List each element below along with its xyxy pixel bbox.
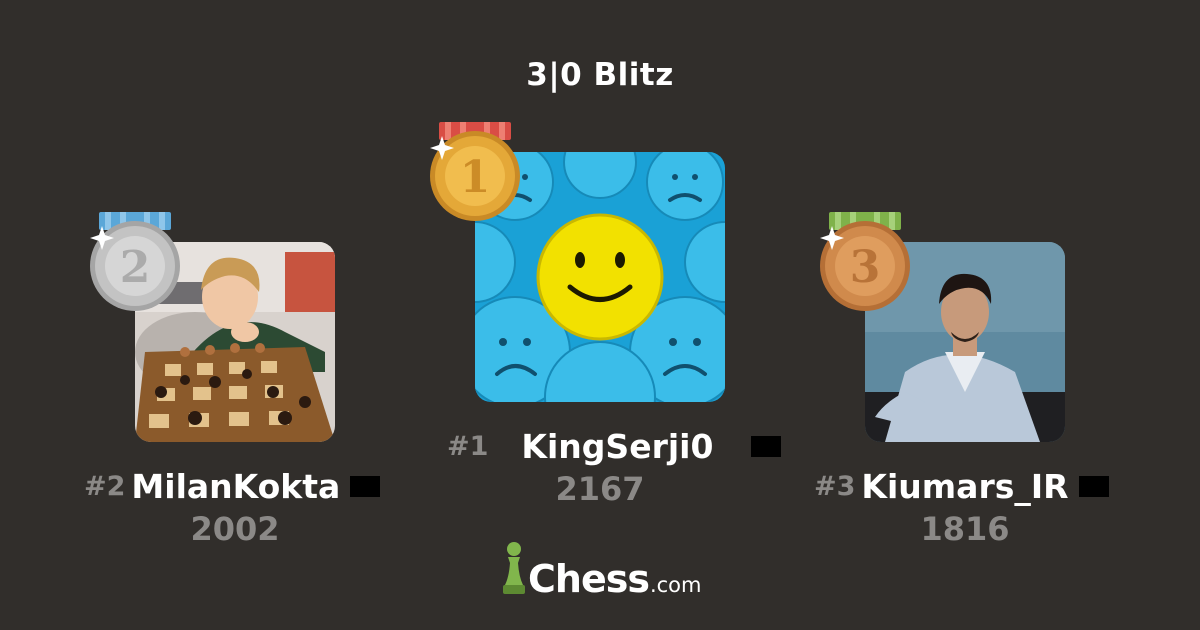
svg-text:3: 3	[850, 242, 881, 293]
player-row-first: #1 KingSerji0	[447, 427, 782, 466]
leaderboard-card: 3|0 Blitz 2 1 3 #2 MilanKokta 2002 #1 Ki…	[0, 0, 1200, 630]
rating-value: 2167	[555, 470, 645, 508]
username-link[interactable]: KingSerji0	[521, 427, 713, 466]
leaderboard-title: 3|0 Blitz	[526, 57, 674, 93]
username-link[interactable]: MilanKokta	[131, 467, 340, 506]
rank-label: #1	[447, 431, 489, 462]
silver-medal-icon: 2	[88, 212, 184, 312]
username-link[interactable]: Kiumars_IR	[861, 467, 1068, 506]
svg-text:2: 2	[120, 242, 151, 293]
logo-domain: .com	[649, 573, 702, 597]
player-row-second: #2 MilanKokta	[84, 467, 381, 506]
bronze-medal-icon: 3	[818, 212, 914, 312]
pawn-icon	[502, 541, 526, 599]
country-flag-icon	[1078, 476, 1109, 497]
player-row-third: #3 Kiumars_IR	[814, 467, 1109, 506]
country-flag-icon	[350, 476, 381, 497]
rating-value: 1816	[920, 510, 1010, 548]
chess-com-logo[interactable]: Chess .com	[502, 541, 701, 599]
country-flag-icon	[751, 436, 782, 457]
rank-label: #3	[814, 471, 856, 502]
gold-medal-icon: 1	[428, 122, 524, 222]
logo-wordmark: Chess	[528, 557, 650, 601]
rank-label: #2	[84, 471, 126, 502]
rating-value: 2002	[190, 510, 280, 548]
svg-text:1: 1	[460, 152, 491, 203]
